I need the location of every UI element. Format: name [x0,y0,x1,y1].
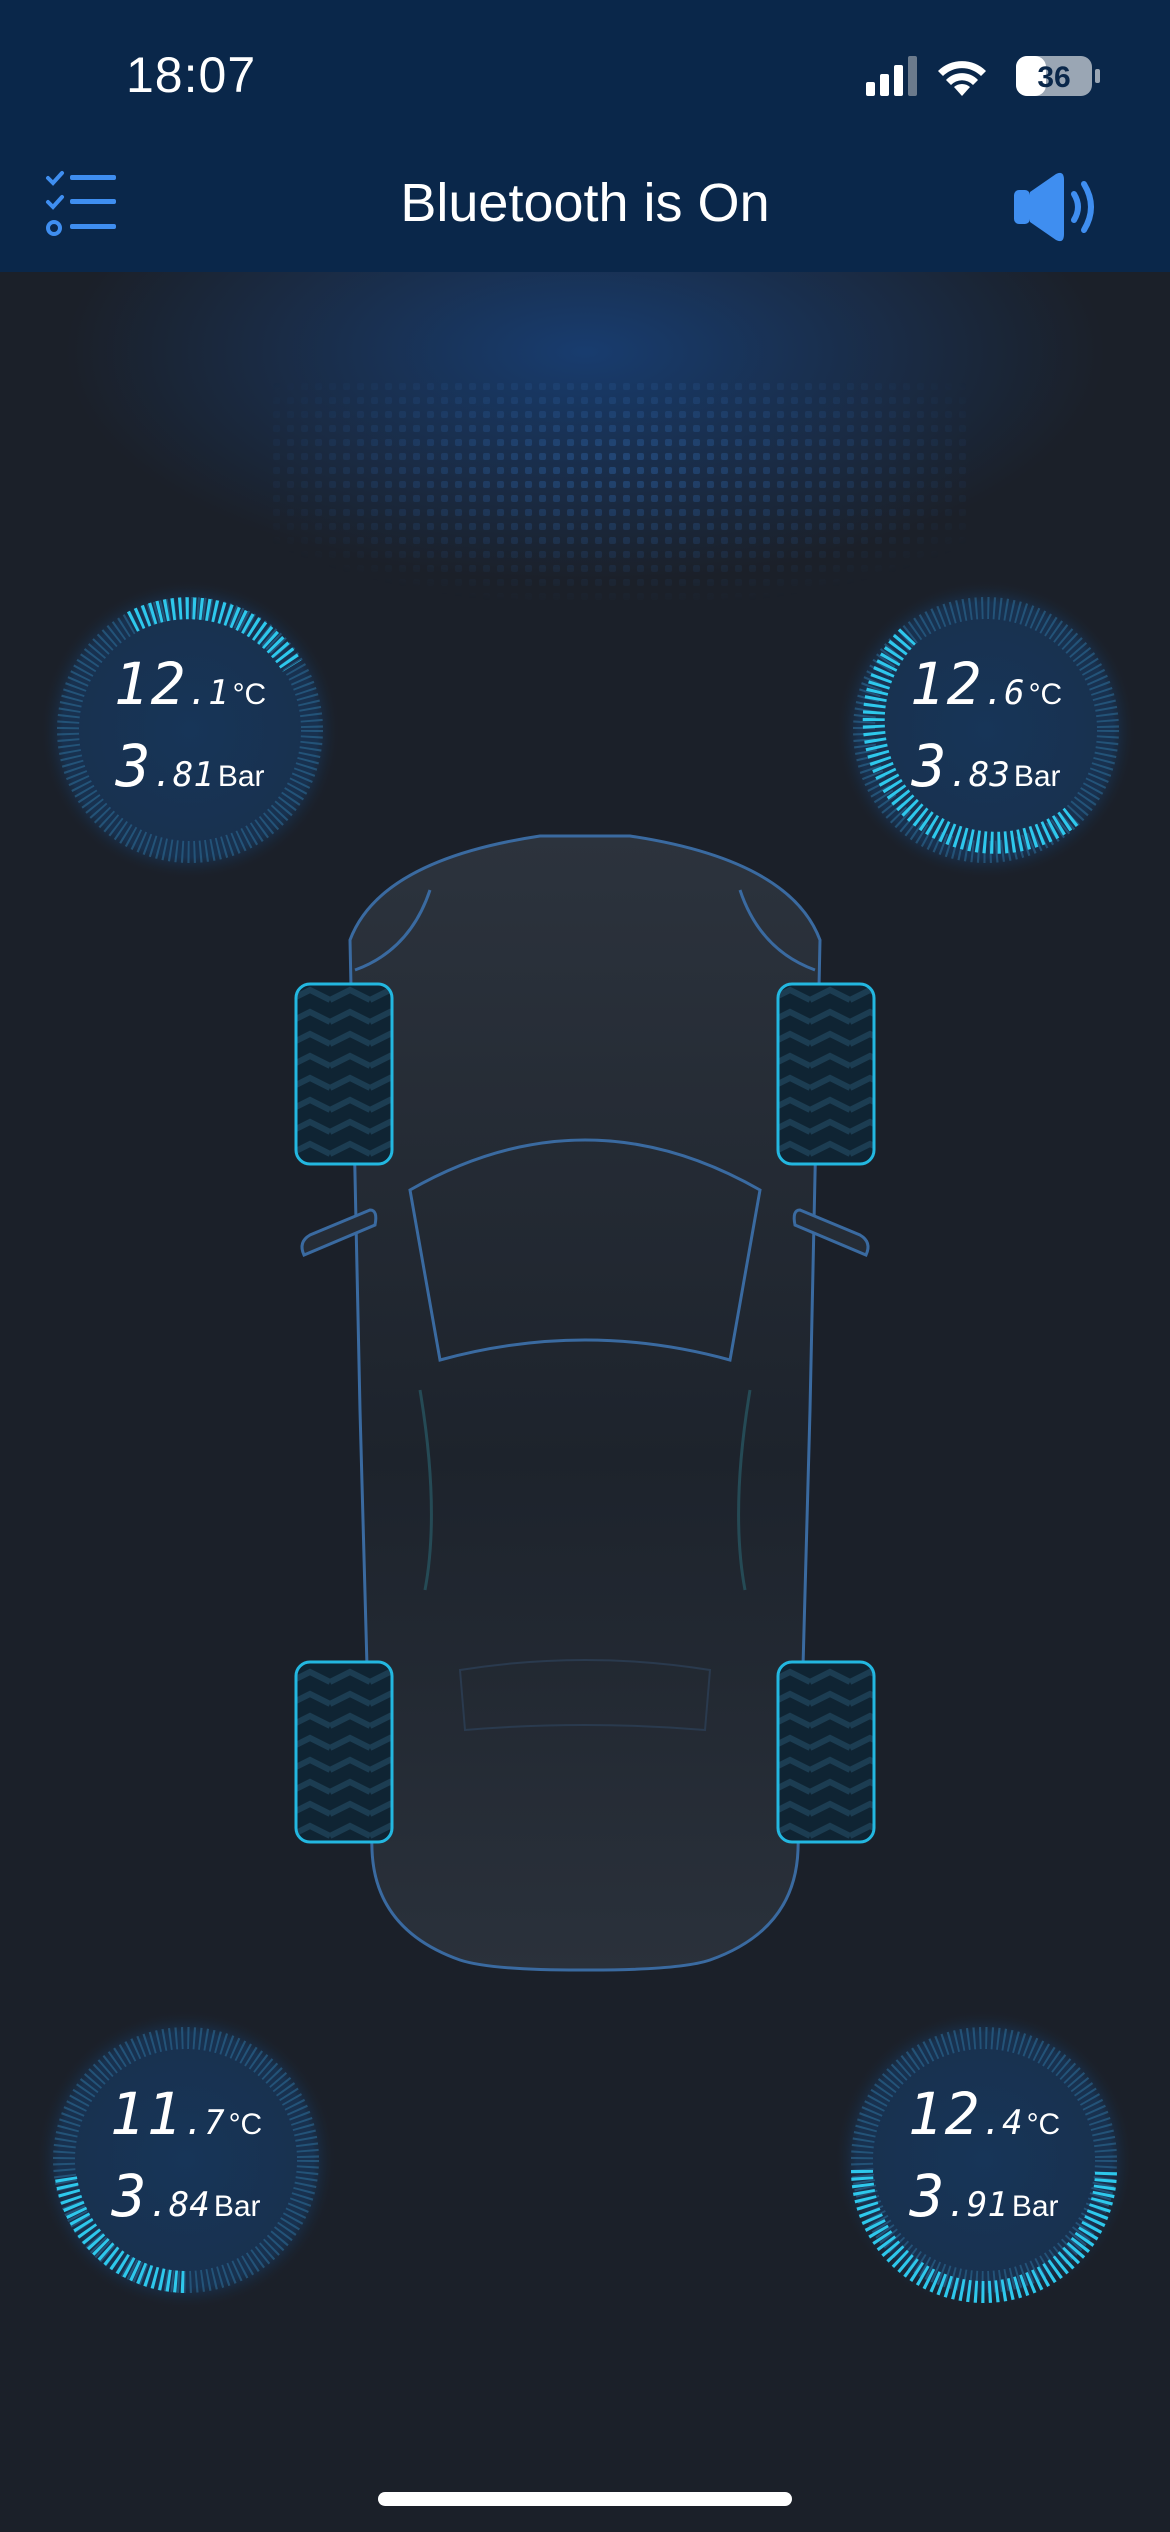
page-title: Bluetooth is On [400,173,770,233]
car-diagram [294,834,876,1972]
pressure-decimal: .91 [946,2185,1008,2225]
home-indicator[interactable] [378,2492,792,2506]
tire-rear-left [294,1660,394,1844]
tire-rear-right [776,1660,876,1844]
temp-decimal: .1 [187,673,229,713]
pressure-unit: Bar [213,2190,261,2223]
speaker-icon [1014,172,1094,242]
gauge-ring-icon [834,2010,1134,2310]
cellular-signal-icon [866,56,917,96]
sound-button[interactable] [1012,170,1104,244]
wifi-icon [938,61,986,96]
temp-value: 12 [909,650,984,718]
temp-unit: °C [228,2108,263,2141]
pressure-unit: Bar [217,760,265,793]
gauge-rear-left[interactable]: 11.7 °C 3.84 Bar [36,2010,336,2310]
battery-level: 36 [1037,61,1070,94]
gauge-front-right[interactable]: 12.6 °C 3.83 Bar [836,580,1136,880]
gauge-ring-icon [40,580,340,880]
tire-front-right [776,982,876,1166]
tire-front-left [294,982,394,1166]
pressure-value: 3 [911,732,949,800]
temp-value: 12 [113,650,188,718]
gauge-front-left[interactable]: 12.1 °C 3.81 Bar [40,580,340,880]
temp-value: 12 [907,2080,982,2148]
pressure-decimal: .83 [948,755,1010,795]
car-body [348,834,822,1972]
pressure-value: 3 [111,2162,149,2230]
temp-unit: °C [232,678,267,711]
temp-decimal: .4 [981,2103,1023,2143]
gauge-rear-right[interactable]: 12.4 °C 3.91 Bar [834,2010,1134,2310]
gauge-ring-icon [836,580,1136,880]
status-time: 18:07 [126,47,257,103]
gauge-ring-icon [36,2010,336,2310]
temp-value: 11 [109,2080,184,2148]
temp-unit: °C [1028,678,1063,711]
top-bar: 18:07 36 Bluetooth is On [0,0,1170,272]
pressure-decimal: .81 [152,755,214,795]
temp-unit: °C [1026,2108,1061,2141]
battery-icon: 36 [1016,56,1100,96]
pressure-unit: Bar [1013,760,1061,793]
pressure-value: 3 [909,2162,947,2230]
temp-decimal: .7 [183,2103,225,2143]
pressure-value: 3 [115,732,153,800]
temp-decimal: .6 [983,673,1025,713]
status-icons: 36 [866,56,1100,96]
pressure-decimal: .84 [148,2185,210,2225]
pressure-unit: Bar [1011,2190,1059,2223]
